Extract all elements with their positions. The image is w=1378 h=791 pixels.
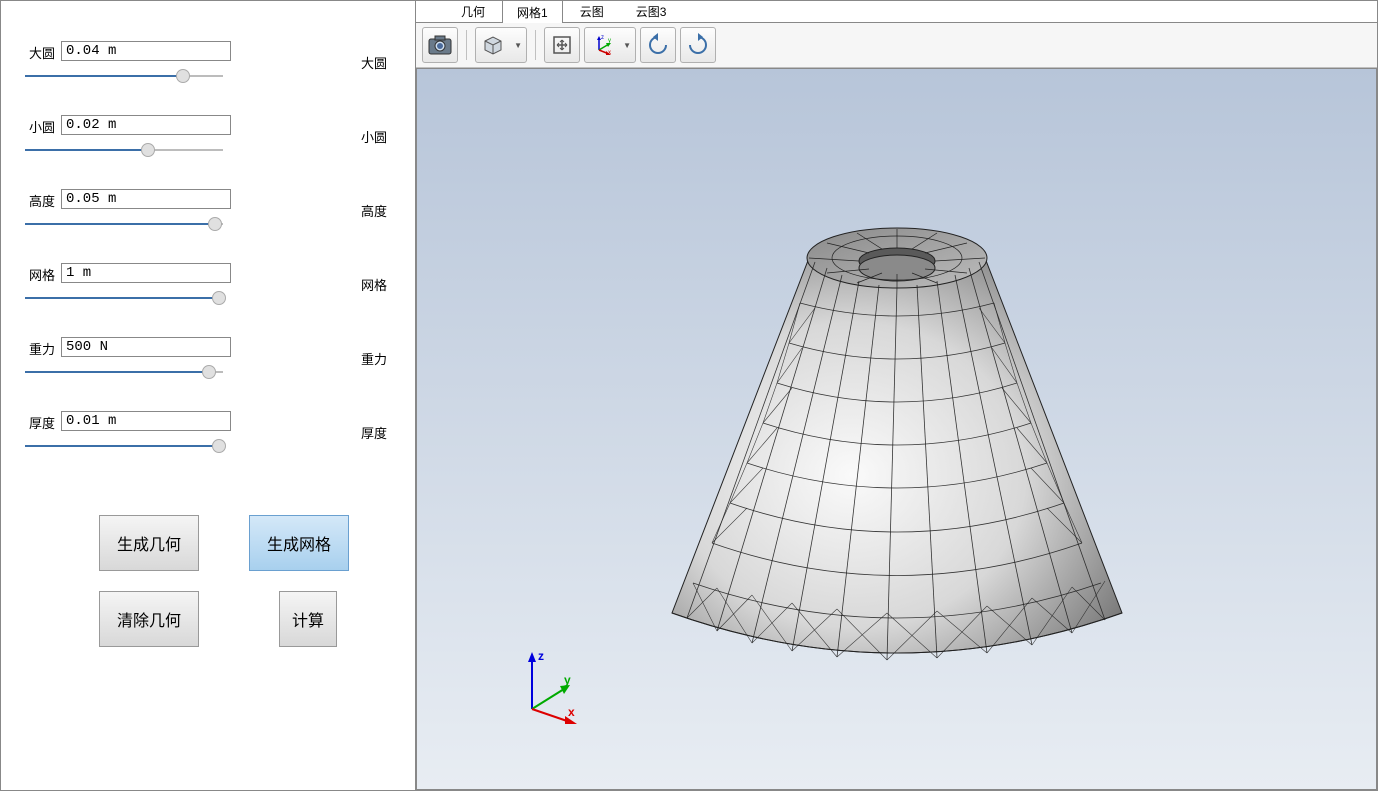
- param-label: 重力: [21, 337, 61, 358]
- zoom-extents-icon: [551, 34, 573, 56]
- svg-text:z: z: [538, 649, 544, 663]
- param-label: 厚度: [21, 411, 61, 432]
- viewport-toolbar: ▼ zyx ▼: [416, 23, 1377, 68]
- tab-mesh1[interactable]: 网格1: [502, 0, 563, 23]
- generate-geometry-button[interactable]: 生成几何: [99, 515, 199, 571]
- svg-text:x: x: [608, 50, 611, 56]
- param-row-gravity: 重力 重力: [21, 337, 395, 381]
- view-mode-dropdown[interactable]: ▼: [475, 27, 527, 63]
- rotate-cw-icon: [686, 33, 710, 57]
- param-label: 小圆: [21, 115, 61, 136]
- param-row-mesh: 网格 网格: [21, 263, 395, 307]
- svg-text:y: y: [608, 38, 611, 44]
- param-label: 高度: [21, 189, 61, 210]
- chevron-down-icon: ▼: [514, 41, 522, 50]
- height-slider[interactable]: [25, 215, 223, 233]
- gravity-slider[interactable]: [25, 363, 223, 381]
- generate-mesh-button[interactable]: 生成网格: [249, 515, 349, 571]
- 3d-viewport[interactable]: z y x: [416, 68, 1377, 790]
- param-label: 网格: [21, 263, 61, 284]
- param-row-height: 高度 高度: [21, 189, 395, 233]
- param-label: 大圆: [21, 41, 61, 62]
- screenshot-button[interactable]: [422, 27, 458, 63]
- param-right-label: 小圆: [361, 127, 387, 146]
- tab-bar: 几何 网格1 云图 云图3: [416, 1, 1377, 23]
- large-circle-slider[interactable]: [25, 67, 223, 85]
- axis-triad-icon: zyx: [591, 34, 613, 56]
- param-row-large-circle: 大圆 大圆: [21, 41, 395, 85]
- tab-geometry[interactable]: 几何: [446, 0, 500, 22]
- parameters-panel: 大圆 大圆 小圆 小圆 高度: [1, 1, 416, 790]
- large-circle-input[interactable]: [61, 41, 231, 61]
- rotate-cw-button[interactable]: [680, 27, 716, 63]
- param-right-label: 厚度: [361, 423, 387, 442]
- svg-text:z: z: [601, 35, 604, 41]
- camera-icon: [428, 35, 452, 55]
- small-circle-input[interactable]: [61, 115, 231, 135]
- gravity-input[interactable]: [61, 337, 231, 357]
- param-row-thickness: 厚度 厚度: [21, 411, 395, 455]
- clear-geometry-button[interactable]: 清除几何: [99, 591, 199, 647]
- chevron-down-icon: ▼: [623, 41, 631, 50]
- tab-cloud[interactable]: 云图: [565, 0, 619, 22]
- zoom-extents-button[interactable]: [544, 27, 580, 63]
- rotate-ccw-icon: [646, 33, 670, 57]
- svg-text:x: x: [568, 705, 575, 719]
- thickness-slider[interactable]: [25, 437, 223, 455]
- svg-text:y: y: [564, 673, 571, 687]
- height-input[interactable]: [61, 189, 231, 209]
- thickness-input[interactable]: [61, 411, 231, 431]
- mesh-slider[interactable]: [25, 289, 223, 307]
- rotate-ccw-button[interactable]: [640, 27, 676, 63]
- small-circle-slider[interactable]: [25, 141, 223, 159]
- axis-orientation-dropdown[interactable]: zyx ▼: [584, 27, 636, 63]
- param-right-label: 网格: [361, 275, 387, 294]
- compute-button[interactable]: 计算: [279, 591, 337, 647]
- param-row-small-circle: 小圆 小圆: [21, 115, 395, 159]
- param-right-label: 大圆: [361, 53, 387, 72]
- axis-triad-indicator: z y x: [512, 644, 592, 724]
- mesh-input[interactable]: [61, 263, 231, 283]
- cube-icon: [482, 34, 504, 56]
- mesh-render: [627, 183, 1167, 703]
- tab-cloud3[interactable]: 云图3: [621, 0, 682, 22]
- param-right-label: 高度: [361, 201, 387, 220]
- viewport-panel: 几何 网格1 云图 云图3 ▼ zyx: [416, 1, 1377, 790]
- param-right-label: 重力: [361, 349, 387, 368]
